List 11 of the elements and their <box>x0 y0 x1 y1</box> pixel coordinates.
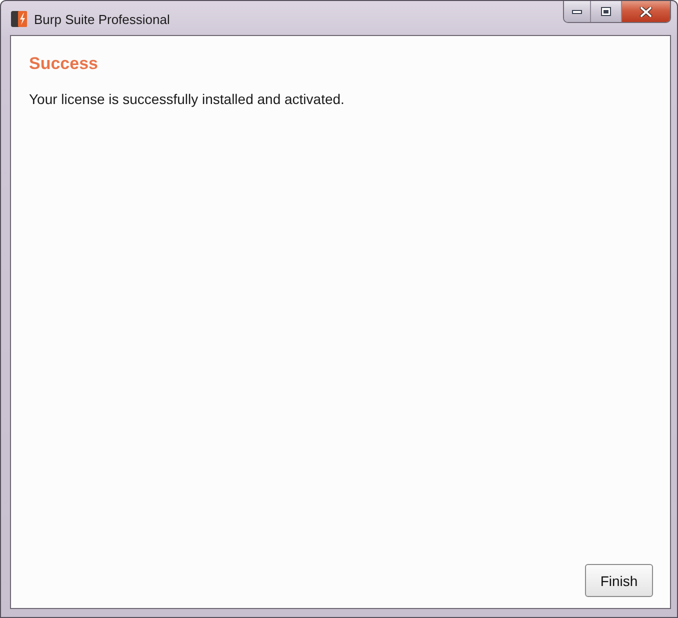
close-button[interactable] <box>622 1 670 22</box>
minimize-button[interactable] <box>564 1 591 22</box>
maximize-icon <box>601 7 611 16</box>
finish-button[interactable]: Finish <box>585 564 653 597</box>
maximize-button[interactable] <box>591 1 622 22</box>
license-message: Your license is successfully installed and activated. <box>29 90 344 108</box>
window-title: Burp Suite Professional <box>34 12 170 26</box>
minimize-icon <box>572 10 582 14</box>
success-heading: Success <box>29 54 98 74</box>
close-icon <box>640 6 652 16</box>
app-logo-icon <box>11 11 27 27</box>
